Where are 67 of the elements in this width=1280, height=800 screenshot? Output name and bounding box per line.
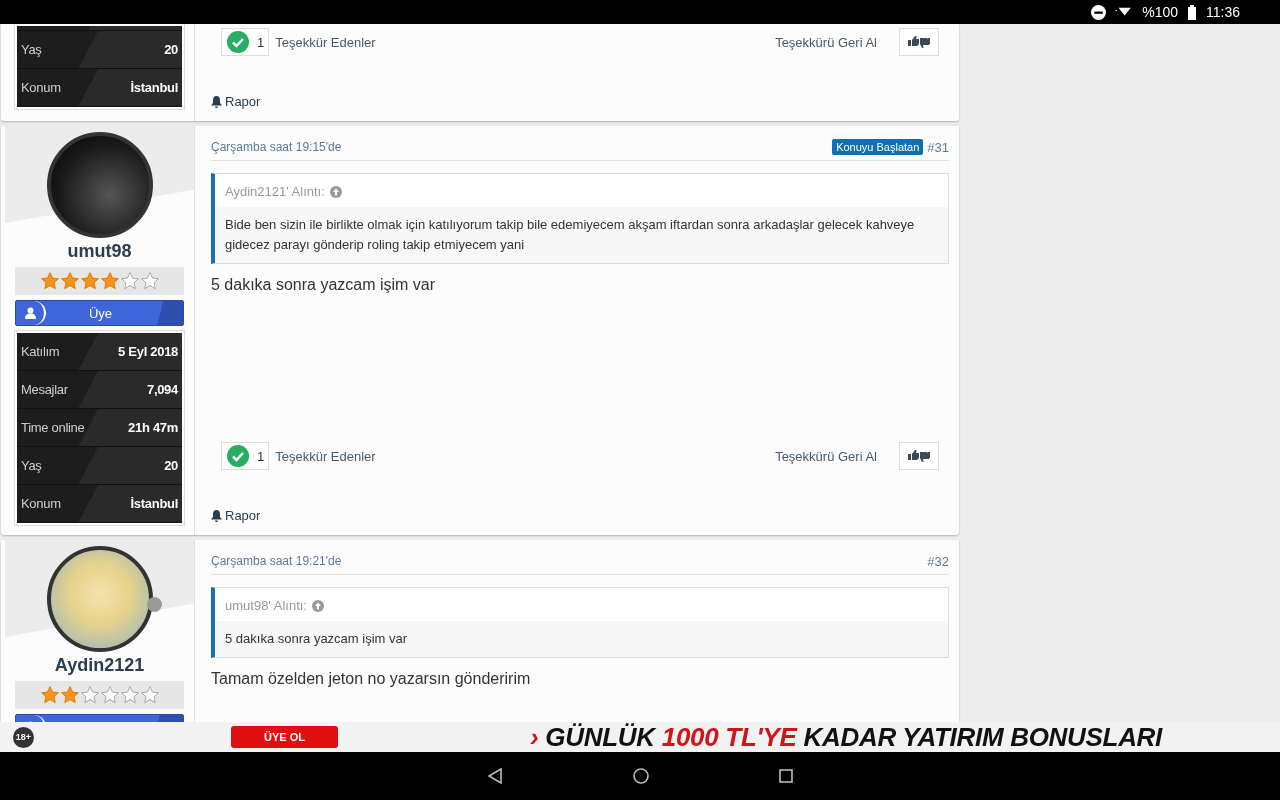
star-icon	[99, 271, 120, 291]
post-message: 5 dakıka sonra yazcam işim var	[211, 276, 437, 294]
star-icon	[119, 685, 140, 705]
star-icon	[79, 685, 100, 705]
ad-headline[interactable]: › GÜNLÜK 1000 TL'YE KADAR YATIRIM BONUSLARI	[530, 721, 1163, 753]
quote-text: 5 dakıka sonra yazcam işim var	[215, 621, 948, 657]
up-arrow-icon[interactable]	[312, 599, 324, 612]
thanks-button[interactable]: 1	[221, 28, 270, 56]
undo-thanks-link[interactable]: Teşekkürü Geri Al	[775, 448, 877, 464]
post-date: Çarşamba saat 19:15'de	[211, 140, 342, 154]
star-icon	[59, 271, 80, 291]
star-icon	[59, 685, 80, 705]
bell-icon	[211, 95, 222, 108]
check-icon	[227, 31, 249, 53]
star-icon	[39, 271, 60, 291]
report-link[interactable]: Rapor	[211, 94, 261, 109]
thanks-label[interactable]: Teşekkür Edenler	[275, 34, 376, 50]
post-date: Çarşamba saat 19:21'de	[211, 554, 342, 568]
star-icon	[99, 685, 120, 705]
star-icon	[119, 271, 140, 291]
stat-value: 21h 47m	[128, 420, 178, 435]
star-icon	[139, 271, 160, 291]
post-message: Tamam özelden jeton no yazarsın gönderirim	[211, 670, 532, 688]
stat-label: Yaş	[21, 42, 42, 57]
back-icon[interactable]	[487, 768, 503, 784]
undo-thanks-link[interactable]: Teşekkürü Geri Al	[775, 34, 877, 50]
stat-value: 7,094	[146, 382, 178, 397]
signup-button[interactable]: ÜYE OL	[231, 726, 338, 748]
age-badge: 18+	[13, 726, 34, 748]
bell-icon	[211, 509, 222, 522]
star-icon	[139, 685, 160, 705]
username[interactable]: Aydin2121	[15, 655, 184, 676]
username[interactable]: umut98	[15, 241, 184, 262]
stat-value: İstanbul	[130, 496, 178, 511]
thumbs-button[interactable]	[899, 442, 939, 470]
stat-label: Katılım	[21, 344, 60, 359]
star-icon	[79, 271, 100, 291]
thumbs-icon	[907, 449, 931, 463]
thumbs-button[interactable]	[899, 28, 939, 56]
home-icon[interactable]	[633, 768, 649, 784]
report-link[interactable]: Rapor	[211, 508, 261, 523]
do-not-disturb-icon	[1091, 4, 1107, 20]
stat-value: 20	[164, 458, 178, 473]
thanks-label[interactable]: Teşekkür Edenler	[275, 448, 376, 464]
star-icon	[39, 685, 60, 705]
stat-value: 5 Eyl 2018	[118, 344, 178, 359]
quote-text: Bide ben sizin ile birlikte olmak için katılıyorum takip bile edemiyecem akşam iftardan sonra arkadaşlar gelecek kahveye gidecez parayı gönderip roling takip etmiyecem yani	[215, 207, 948, 263]
battery-icon	[1188, 4, 1196, 20]
up-arrow-icon[interactable]	[329, 185, 342, 198]
stat-label: Mesajlar	[21, 382, 68, 397]
check-icon	[227, 445, 249, 467]
battery-percent: %100	[1142, 4, 1178, 20]
stat-value: 20	[164, 42, 178, 57]
thread-starter-badge: Konuyu Başlatan	[832, 139, 924, 155]
stat-label: Time online	[21, 420, 85, 435]
thanks-button[interactable]: 1	[221, 442, 270, 470]
rank-badge: Üye	[15, 300, 184, 326]
stat-label: Konum	[21, 80, 61, 95]
recents-icon[interactable]	[779, 769, 793, 783]
stat-value: İstanbul	[130, 80, 178, 95]
user-icon	[24, 307, 36, 319]
post-number[interactable]: #31	[927, 139, 949, 155]
thumbs-icon	[907, 35, 931, 49]
post-number[interactable]: #32	[927, 553, 949, 569]
stat-label: Konum	[21, 496, 61, 511]
stat-label: Yaş	[21, 458, 42, 473]
clock: 11:36	[1206, 4, 1240, 20]
